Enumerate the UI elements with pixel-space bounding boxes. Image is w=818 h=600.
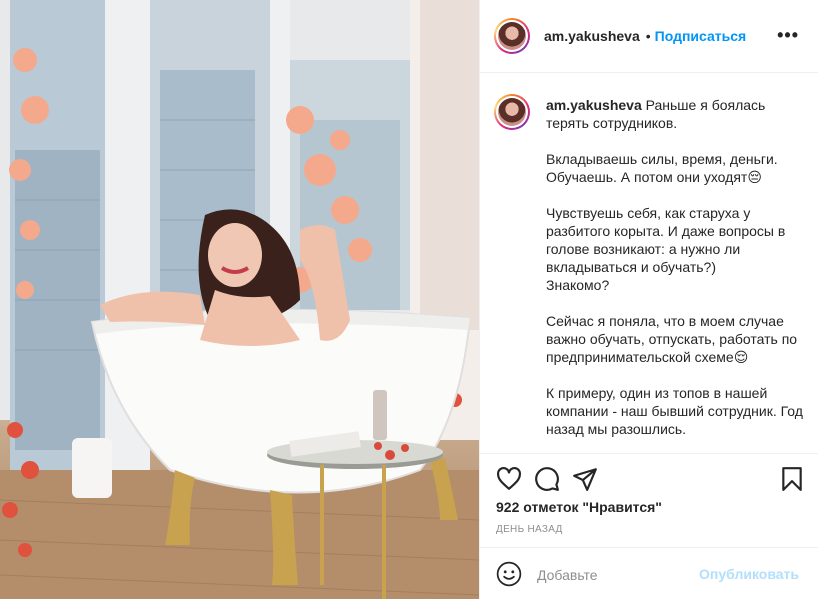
action-icons [494, 462, 805, 494]
caption-avatar[interactable] [494, 94, 530, 130]
heart-icon[interactable] [496, 466, 522, 492]
emoji-icon[interactable] [496, 561, 522, 587]
comment-icon[interactable] [534, 466, 560, 492]
share-icon[interactable] [572, 466, 598, 492]
post-header: am.yakusheva • Подписаться ••• [480, 0, 818, 73]
likes-count[interactable]: 922 отметок "Нравится" [496, 499, 662, 515]
bookmark-icon[interactable] [779, 466, 805, 492]
follow-button[interactable]: Подписаться [655, 28, 747, 44]
post-timestamp: ДЕНЬ НАЗАД [496, 524, 563, 535]
avatar[interactable] [494, 18, 530, 54]
instagram-post: am.yakusheva • Подписаться ••• am.yakush… [0, 0, 818, 599]
post-actions: 922 отметок "Нравится" ДЕНЬ НАЗАД Опубли… [480, 453, 818, 600]
caption-text: am.yakusheva Раньше я боялась терять сот… [546, 96, 806, 454]
publish-button[interactable]: Опубликовать [699, 566, 799, 582]
separator-dot: • [645, 28, 651, 44]
caption-paragraph: Чувствуешь себя, как старуха у разбитого… [546, 205, 786, 293]
comment-bar: Опубликовать [480, 547, 818, 600]
username-link[interactable]: am.yakusheva [544, 28, 640, 44]
caption-paragraph: Вкладываешь силы, время, деньги. Обучаеш… [546, 151, 778, 185]
post-photo[interactable] [0, 0, 479, 599]
caption-area: am.yakusheva Раньше я боялась терять сот… [480, 74, 818, 454]
more-icon[interactable]: ••• [777, 26, 799, 44]
caption-paragraph: К примеру, один из топов в нашей компани… [546, 385, 803, 437]
caption-paragraph: Сейчас я поняла, что в моем случае важно… [546, 313, 798, 365]
post-side-panel: am.yakusheva • Подписаться ••• am.yakush… [479, 0, 818, 599]
caption-username[interactable]: am.yakusheva [546, 97, 642, 113]
photo-illustration [0, 0, 479, 599]
